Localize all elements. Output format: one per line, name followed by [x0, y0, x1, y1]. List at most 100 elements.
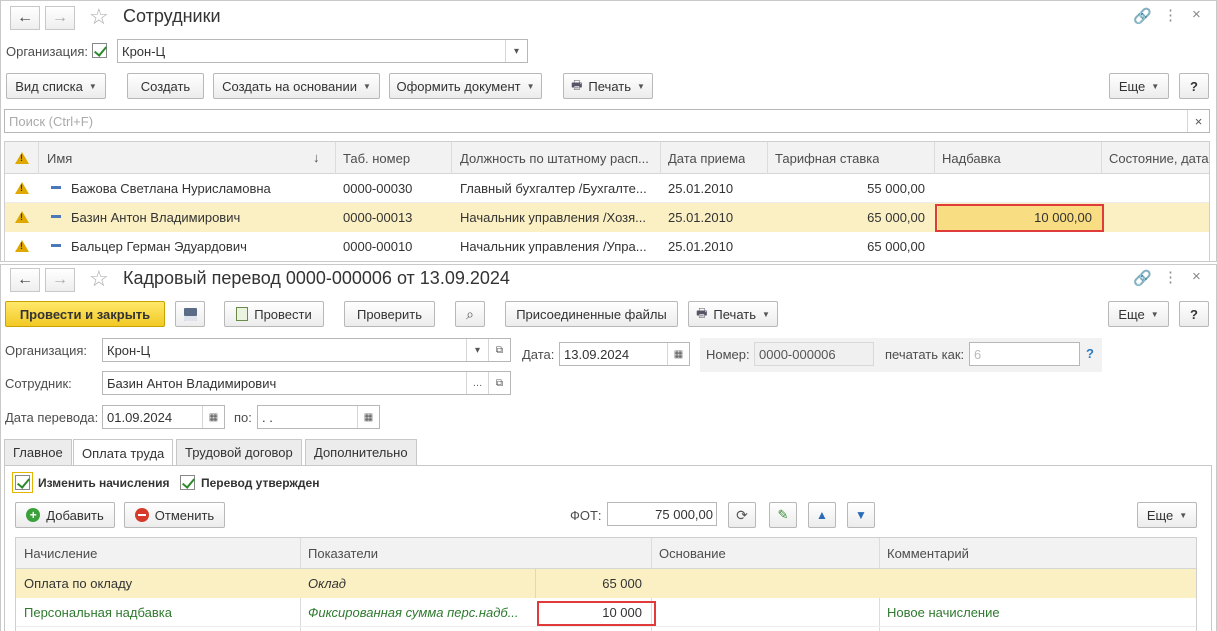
col-bonus[interactable]: Надбавка — [942, 151, 1001, 166]
change-accruals-checkbox[interactable] — [15, 475, 30, 490]
change-accruals-label[interactable]: Изменить начисления — [38, 476, 169, 490]
post-button[interactable]: Провести — [224, 301, 324, 327]
more-button[interactable]: Еще ▼ — [1137, 502, 1197, 528]
link-icon[interactable]: 🔗 — [1133, 7, 1152, 25]
arrow-down-icon: ▼ — [855, 508, 867, 522]
close-icon[interactable]: × — [1192, 268, 1201, 285]
pencil-icon: ✎ — [777, 507, 789, 522]
number-field[interactable]: 0000-000006 — [754, 342, 874, 366]
more-button[interactable]: Еще ▼ — [1108, 301, 1169, 327]
row-position: Начальник управления /Упра... — [460, 239, 647, 254]
col-rate[interactable]: Тарифная ставка — [775, 151, 879, 166]
clear-search-icon[interactable]: × — [1187, 110, 1209, 132]
row-indicator: Фиксированная сумма перс.надб... — [308, 605, 519, 620]
col-status[interactable]: Состояние, дата — [1109, 151, 1209, 166]
col-accrual[interactable]: Начисление — [24, 546, 97, 561]
favorite-star-icon[interactable]: ☆ — [89, 266, 109, 292]
date-field-value: 13.09.2024 — [564, 346, 630, 362]
transfer-approved-checkbox[interactable] — [180, 475, 195, 490]
search-input[interactable]: Поиск (Ctrl+F) × — [4, 109, 1210, 133]
help-button[interactable]: ? — [1179, 301, 1209, 327]
row-accrual: Персональная надбавка — [24, 605, 172, 620]
col-position[interactable]: Должность по штатному расп... — [460, 151, 655, 166]
open-icon[interactable]: ⧉ — [488, 339, 510, 361]
col-indicators[interactable]: Показатели — [308, 546, 378, 561]
help-button[interactable]: ? — [1179, 73, 1209, 99]
print-as-label: печатать как: — [885, 347, 965, 362]
back-button[interactable]: ← — [10, 268, 40, 292]
create-button[interactable]: Создать — [127, 73, 204, 99]
transfer-approved-label[interactable]: Перевод утвержден — [201, 476, 319, 490]
col-hire-date[interactable]: Дата приема — [668, 151, 745, 166]
print-as-field[interactable]: 6 — [969, 342, 1080, 366]
org-select[interactable]: Крон-Ц ▾ — [117, 39, 528, 63]
attach-button[interactable]: ⌕ — [455, 301, 485, 327]
col-tab-number[interactable]: Таб. номер — [343, 151, 410, 166]
create-based-button[interactable]: Создать на основании ▼ — [213, 73, 380, 99]
add-button[interactable]: + Добавить — [15, 502, 115, 528]
refresh-button[interactable]: ⟳ — [728, 502, 756, 528]
calendar-icon[interactable]: ▦ — [202, 406, 224, 428]
row-position: Главный бухгалтер /Бухгалте... — [460, 181, 647, 196]
employee-field[interactable]: Базин Антон Владимирович … ⧉ — [102, 371, 511, 395]
col-comment[interactable]: Комментарий — [887, 546, 969, 561]
forward-button[interactable]: → — [45, 268, 75, 292]
print-button[interactable]: 🖶 Печать ▼ — [563, 73, 653, 99]
save-button[interactable] — [175, 301, 205, 327]
tab-payment[interactable]: Оплата труда — [73, 439, 174, 466]
org-filter-checkbox[interactable] — [92, 43, 107, 58]
link-icon[interactable]: 🔗 — [1133, 269, 1152, 287]
tab-main[interactable]: Главное — [4, 439, 72, 465]
col-name[interactable]: Имя — [47, 151, 72, 166]
help-question-icon[interactable]: ? — [1086, 346, 1094, 361]
help-label: ? — [1190, 78, 1198, 94]
attached-files-button[interactable]: Присоединенные файлы — [505, 301, 678, 327]
row-date: 25.01.2010 — [668, 210, 734, 225]
move-down-button[interactable]: ▼ — [847, 502, 875, 528]
chevron-down-icon[interactable]: ▾ — [466, 339, 488, 361]
check-button[interactable]: Проверить — [344, 301, 435, 327]
employee-field-value: Базин Антон Владимирович — [107, 375, 277, 391]
search-placeholder: Поиск (Ctrl+F) — [9, 113, 94, 129]
forward-button[interactable]: → — [45, 6, 75, 30]
make-document-button[interactable]: Оформить документ ▼ — [389, 73, 542, 99]
tab-additional-label: Дополнительно — [314, 445, 408, 460]
tab-additional[interactable]: Дополнительно — [305, 439, 417, 465]
org-field[interactable]: Крон-Ц ▾ ⧉ — [102, 338, 511, 362]
more-button[interactable]: Еще ▼ — [1109, 73, 1169, 99]
more-icon[interactable]: ⋮ — [1163, 268, 1178, 286]
back-button[interactable]: ← — [10, 6, 40, 30]
open-icon[interactable]: ⧉ — [488, 372, 510, 394]
print-button[interactable]: 🖶 Печать ▼ — [688, 301, 778, 327]
post-and-close-button[interactable]: Провести и закрыть — [5, 301, 165, 327]
add-icon: + — [26, 508, 41, 522]
employee-icon — [51, 244, 61, 247]
calendar-icon[interactable]: ▦ — [667, 343, 689, 365]
edit-button[interactable]: ✎ — [769, 502, 797, 528]
to-date-field[interactable]: . . ▦ — [257, 405, 380, 429]
ellipsis-icon[interactable]: … — [466, 372, 488, 394]
number-field-value: 0000-000006 — [759, 346, 836, 362]
close-icon[interactable]: × — [1192, 6, 1201, 23]
chevron-down-icon[interactable]: ▾ — [505, 40, 527, 62]
tab-contract[interactable]: Трудовой договор — [176, 439, 302, 465]
sort-arrow-icon[interactable]: ↓ — [313, 150, 320, 165]
date-field[interactable]: 13.09.2024 ▦ — [559, 342, 690, 366]
to-date-value: . . — [262, 409, 273, 425]
move-up-button[interactable]: ▲ — [808, 502, 836, 528]
row-name: Бажова Светлана Нурисламовна — [71, 181, 271, 196]
caret-down-icon: ▼ — [88, 81, 97, 91]
transfer-date-field[interactable]: 01.09.2024 ▦ — [102, 405, 225, 429]
favorite-star-icon[interactable]: ☆ — [89, 4, 109, 30]
col-basis[interactable]: Основание — [659, 546, 726, 561]
org-label: Организация: — [5, 343, 88, 358]
calendar-icon[interactable]: ▦ — [357, 406, 379, 428]
fot-field[interactable]: 75 000,00 — [607, 502, 717, 526]
print-label: Печать — [713, 306, 756, 322]
printer-icon: 🖶 — [696, 305, 708, 320]
row-tab: 0000-00030 — [343, 181, 413, 196]
cancel-button[interactable]: Отменить — [124, 502, 225, 528]
more-icon[interactable]: ⋮ — [1163, 6, 1178, 24]
caret-down-icon: ▼ — [362, 81, 371, 91]
list-view-button[interactable]: Вид списка ▼ — [6, 73, 106, 99]
